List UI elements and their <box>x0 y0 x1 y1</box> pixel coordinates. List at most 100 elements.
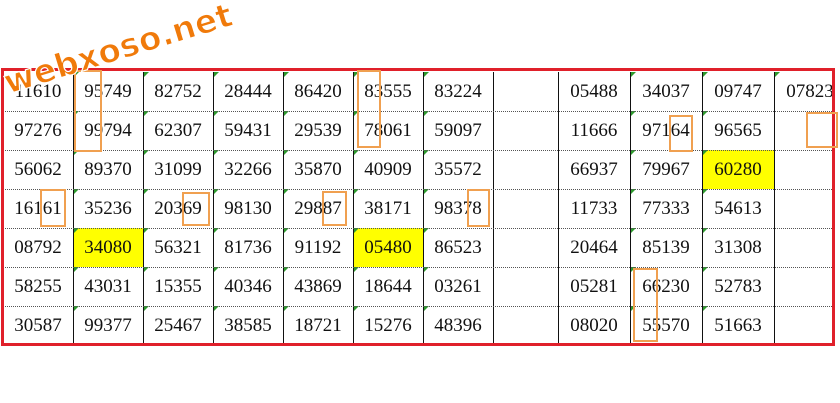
result-cell[interactable]: 18644 <box>353 267 423 306</box>
result-cell[interactable]: 05480 <box>353 228 423 267</box>
result-cell[interactable]: 35236 <box>73 189 143 228</box>
result-number: 07823 <box>786 81 834 102</box>
result-cell[interactable]: 86420 <box>283 72 353 111</box>
result-cell[interactable]: 98130 <box>213 189 283 228</box>
result-number: 95749 <box>84 81 132 102</box>
result-cell[interactable]: 99794 <box>73 111 143 150</box>
result-cell[interactable]: 25467 <box>143 306 213 345</box>
result-number: 86523 <box>434 237 482 258</box>
result-cell[interactable]: 56321 <box>143 228 213 267</box>
result-cell[interactable]: 09747 <box>702 72 774 111</box>
result-cell[interactable]: 32266 <box>213 150 283 189</box>
result-cell[interactable]: 40346 <box>213 267 283 306</box>
result-number: 96565 <box>714 120 762 141</box>
result-cell[interactable]: 81736 <box>213 228 283 267</box>
result-number: 38585 <box>224 315 272 336</box>
result-number: 11610 <box>14 81 62 102</box>
result-cell[interactable]: 03261 <box>423 267 493 306</box>
result-cell[interactable]: 34080 <box>73 228 143 267</box>
result-cell[interactable]: 95749 <box>73 72 143 111</box>
result-number: 16161 <box>14 198 62 219</box>
result-cell[interactable]: 11666 <box>558 111 630 150</box>
result-cell[interactable]: 29887 <box>283 189 353 228</box>
result-cell[interactable]: 07823 <box>774 72 840 111</box>
result-cell[interactable]: 82752 <box>143 72 213 111</box>
result-cell[interactable]: 99377 <box>73 306 143 345</box>
grid-line <box>774 72 775 345</box>
result-cell[interactable]: 51663 <box>702 306 774 345</box>
result-number: 58255 <box>14 276 62 297</box>
result-cell[interactable]: 15355 <box>143 267 213 306</box>
result-cell[interactable] <box>774 306 840 345</box>
result-cell[interactable]: 52783 <box>702 267 774 306</box>
result-cell[interactable]: 05488 <box>558 72 630 111</box>
result-cell[interactable]: 86523 <box>423 228 493 267</box>
grid-line <box>3 189 834 190</box>
result-cell[interactable]: 48396 <box>423 306 493 345</box>
grid-line <box>143 72 144 345</box>
result-cell[interactable]: 08792 <box>3 228 73 267</box>
result-cell[interactable]: 11610 <box>3 72 73 111</box>
result-cell[interactable]: 43869 <box>283 267 353 306</box>
result-cell[interactable] <box>774 150 840 189</box>
result-number: 09747 <box>714 81 762 102</box>
result-cell[interactable]: 66937 <box>558 150 630 189</box>
result-number: 86420 <box>294 81 342 102</box>
result-cell[interactable]: 20369 <box>143 189 213 228</box>
result-cell[interactable]: 35870 <box>283 150 353 189</box>
result-cell[interactable]: 89370 <box>73 150 143 189</box>
result-number: 29887 <box>294 198 342 219</box>
grid-line <box>3 150 834 151</box>
result-cell[interactable]: 31308 <box>702 228 774 267</box>
result-cell[interactable]: 34037 <box>630 72 702 111</box>
result-cell[interactable]: 58255 <box>3 267 73 306</box>
result-cell[interactable]: 15276 <box>353 306 423 345</box>
result-cell[interactable]: 91192 <box>283 228 353 267</box>
result-cell[interactable]: 56062 <box>3 150 73 189</box>
result-cell[interactable] <box>774 189 840 228</box>
result-cell[interactable]: 55570 <box>630 306 702 345</box>
result-cell[interactable]: 78061 <box>353 111 423 150</box>
result-cell[interactable]: 20464 <box>558 228 630 267</box>
result-cell[interactable]: 30587 <box>3 306 73 345</box>
result-number: 25467 <box>154 315 202 336</box>
result-cell[interactable] <box>774 228 840 267</box>
result-cell[interactable]: 11733 <box>558 189 630 228</box>
result-cell[interactable]: 97164 <box>630 111 702 150</box>
result-cell[interactable]: 43031 <box>73 267 143 306</box>
result-cell[interactable]: 35572 <box>423 150 493 189</box>
result-number: 35572 <box>434 159 482 180</box>
result-cell[interactable]: 18721 <box>283 306 353 345</box>
result-cell[interactable]: 60280 <box>702 150 774 189</box>
result-cell[interactable]: 38171 <box>353 189 423 228</box>
result-cell[interactable]: 38585 <box>213 306 283 345</box>
result-cell[interactable]: 54613 <box>702 189 774 228</box>
result-cell[interactable]: 08020 <box>558 306 630 345</box>
result-cell[interactable]: 79967 <box>630 150 702 189</box>
result-number: 55570 <box>642 315 690 336</box>
result-cell[interactable] <box>774 111 840 150</box>
result-cell[interactable]: 85139 <box>630 228 702 267</box>
result-cell[interactable]: 97276 <box>3 111 73 150</box>
result-number: 40909 <box>364 159 412 180</box>
result-cell[interactable]: 16161 <box>3 189 73 228</box>
result-cell[interactable]: 98378 <box>423 189 493 228</box>
result-cell[interactable]: 83224 <box>423 72 493 111</box>
result-cell[interactable] <box>774 267 840 306</box>
result-cell[interactable]: 29539 <box>283 111 353 150</box>
result-cell[interactable]: 83555 <box>353 72 423 111</box>
result-cell[interactable]: 05281 <box>558 267 630 306</box>
result-number: 48396 <box>434 315 482 336</box>
result-cell[interactable]: 62307 <box>143 111 213 150</box>
result-cell[interactable]: 28444 <box>213 72 283 111</box>
result-cell[interactable]: 40909 <box>353 150 423 189</box>
result-cell[interactable]: 96565 <box>702 111 774 150</box>
result-cell[interactable]: 31099 <box>143 150 213 189</box>
grid-line <box>423 72 424 345</box>
result-number: 99794 <box>84 120 132 141</box>
result-cell[interactable]: 77333 <box>630 189 702 228</box>
result-cell[interactable]: 59431 <box>213 111 283 150</box>
result-cell[interactable]: 59097 <box>423 111 493 150</box>
result-number: 77333 <box>642 198 690 219</box>
result-cell[interactable]: 66230 <box>630 267 702 306</box>
